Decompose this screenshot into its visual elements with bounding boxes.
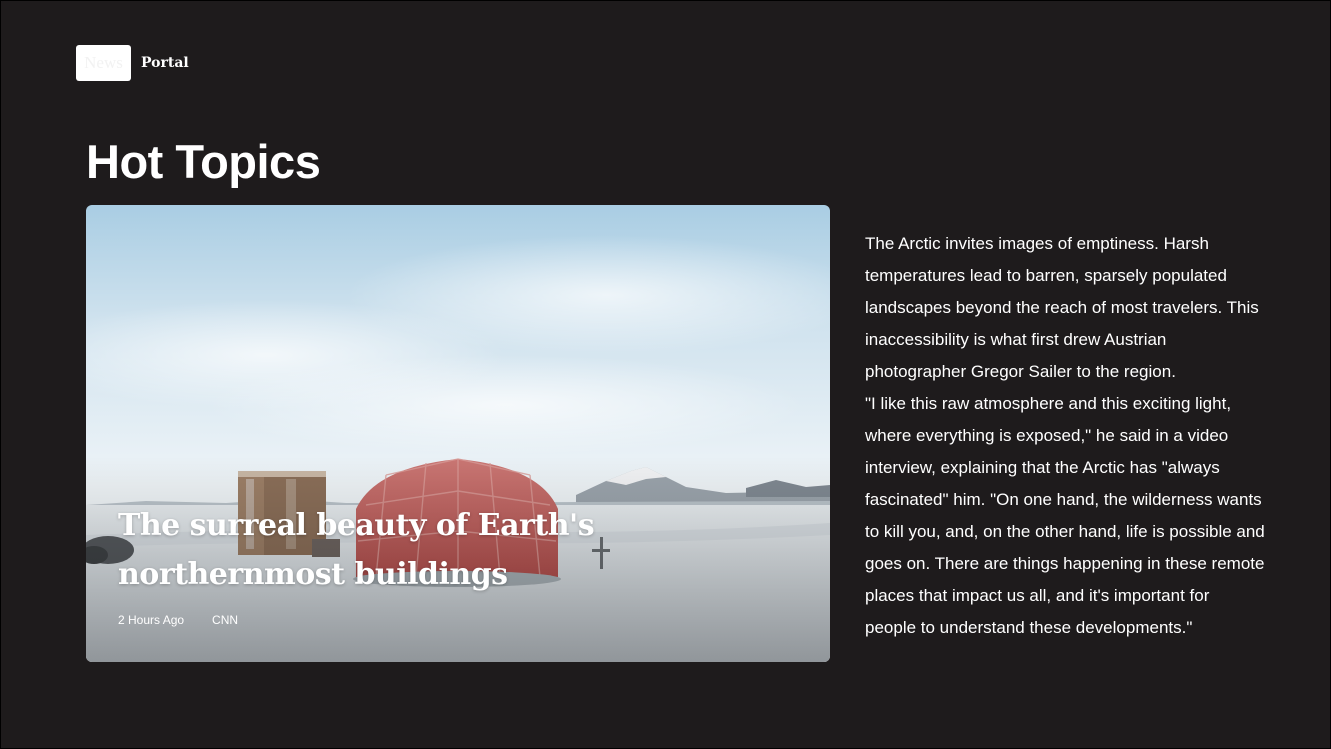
featured-story-card[interactable]: The surreal beauty of Earth's northernmo… xyxy=(86,205,830,662)
article-body: The Arctic invites images of emptiness. … xyxy=(865,228,1265,644)
logo-badge-text: News xyxy=(84,53,123,72)
logo-badge: News xyxy=(76,45,131,81)
section-title: Hot Topics xyxy=(86,135,321,188)
featured-story-meta: 2 Hours Ago CNN xyxy=(118,613,238,627)
article-paragraph: "I like this raw atmosphere and this exc… xyxy=(865,394,1265,637)
brand-name: Portal xyxy=(141,55,189,71)
featured-story-title: The surreal beauty of Earth's northernmo… xyxy=(118,508,595,592)
article-paragraph: The Arctic invites images of emptiness. … xyxy=(865,234,1259,381)
featured-story-time: 2 Hours Ago xyxy=(118,613,185,627)
featured-story-source: CNN xyxy=(212,613,239,627)
logo-link[interactable]: News Portal xyxy=(76,45,189,81)
